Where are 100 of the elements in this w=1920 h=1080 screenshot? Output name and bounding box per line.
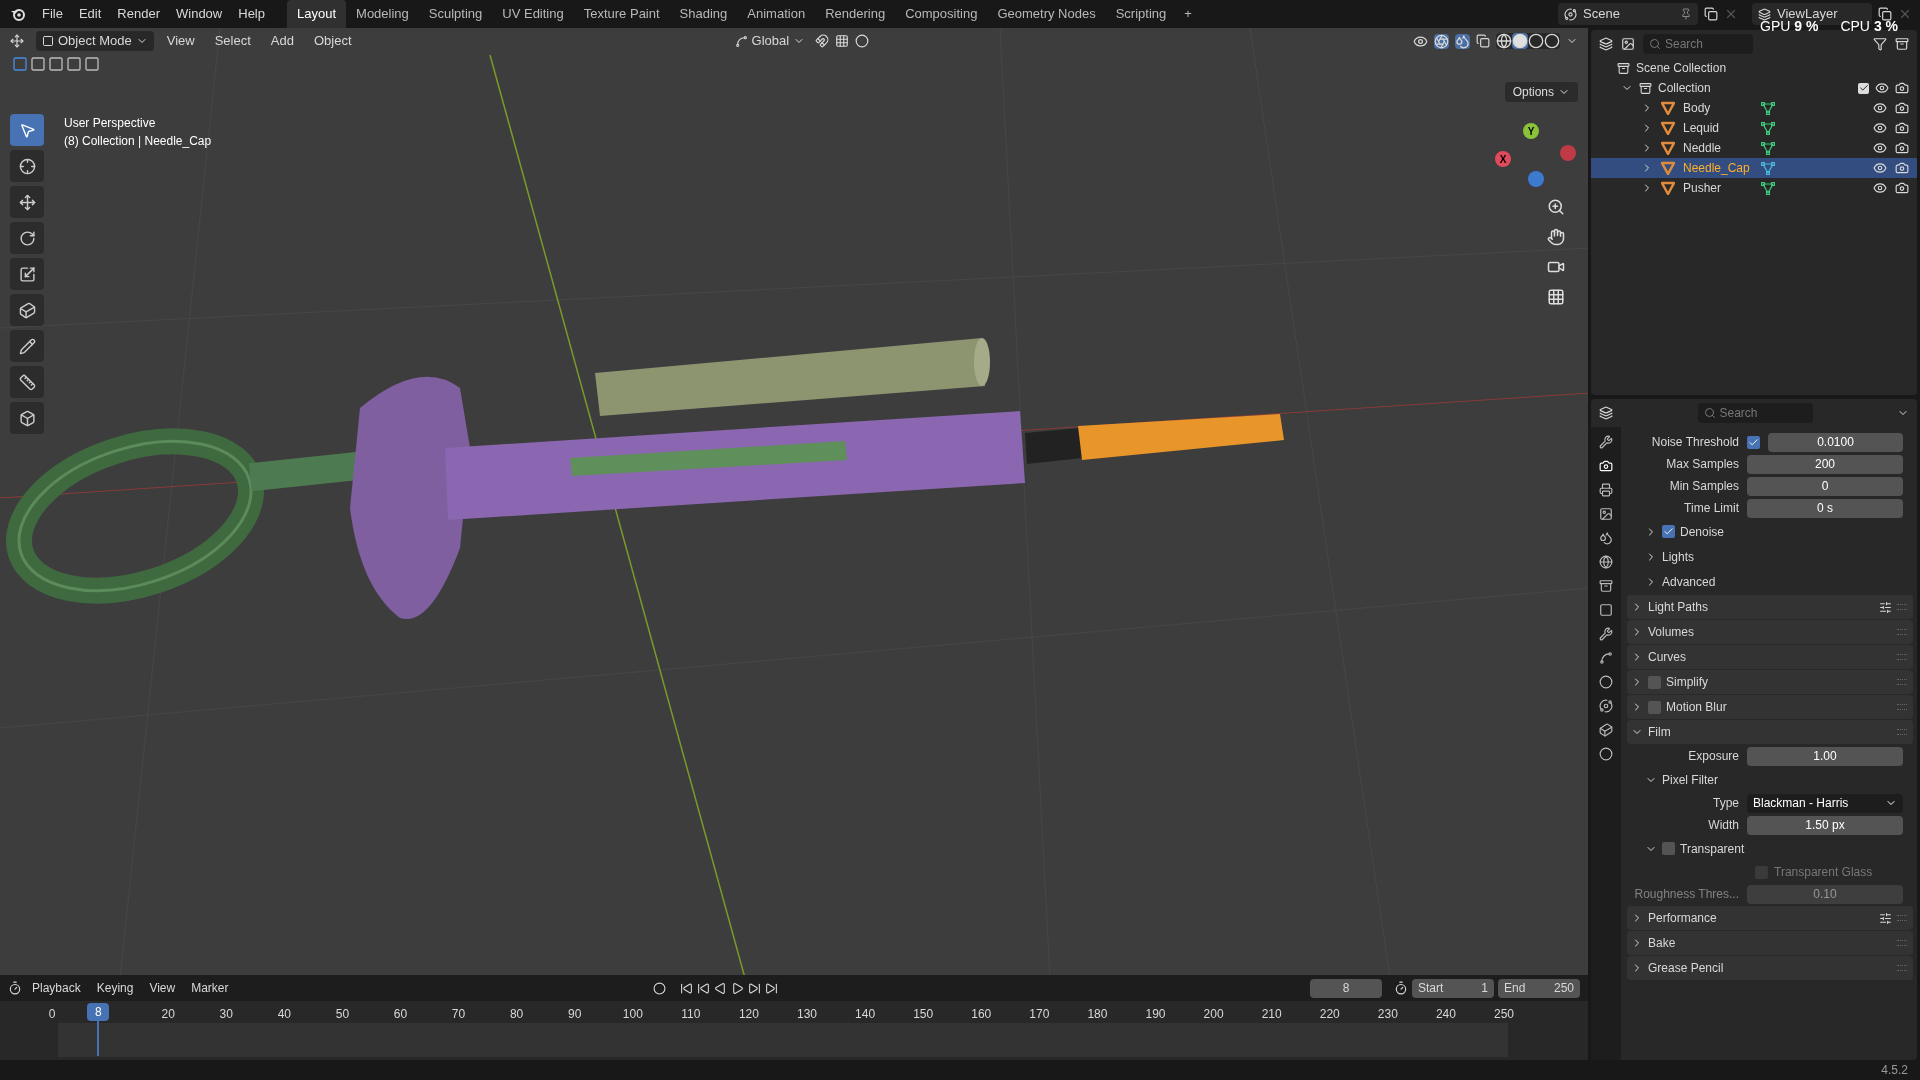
checkbox[interactable] [1648, 700, 1661, 714]
object-tab-icon[interactable] [1599, 603, 1613, 617]
menu-item[interactable]: Render [109, 4, 168, 24]
workspace-tab[interactable]: Animation [737, 0, 816, 28]
scene-selector[interactable]: Scene [1558, 3, 1698, 25]
close-icon[interactable] [1898, 7, 1912, 21]
overlay-toggle-icon[interactable] [1455, 33, 1470, 49]
menu-item[interactable]: Keying [90, 979, 140, 997]
world-tab-icon[interactable] [1599, 555, 1613, 569]
drag-handle-icon[interactable] [1897, 915, 1907, 921]
copy-icon[interactable] [1704, 7, 1718, 21]
subpanel-header[interactable]: Transparent [1680, 839, 1745, 858]
number-field[interactable]: 0 s [1747, 498, 1903, 518]
number-field[interactable]: 0 [1747, 476, 1903, 496]
menu-item[interactable]: Select [207, 31, 258, 51]
scene-tab-icon[interactable] [1599, 531, 1613, 545]
annotate-tool-icon[interactable] [10, 330, 44, 362]
render-visibility-icon[interactable] [1895, 141, 1909, 155]
menu-item[interactable]: Playback [26, 979, 87, 997]
outliner-row[interactable]: Body [1591, 98, 1917, 118]
move-tool-icon[interactable] [10, 186, 44, 218]
cursor-tool-icon[interactable] [10, 150, 44, 182]
menu-item[interactable]: Marker [185, 979, 235, 997]
tree-item[interactable]: Scene Collection [1636, 59, 1727, 77]
preview-range-icon[interactable] [1394, 981, 1408, 995]
menu-item[interactable]: File [34, 4, 71, 24]
proportional-edit-icon[interactable] [855, 34, 870, 48]
presets-icon[interactable] [1879, 600, 1892, 614]
visibility-icon[interactable] [1875, 81, 1889, 95]
playhead-frame[interactable]: 8 [87, 1003, 110, 1021]
editor-type-icon[interactable] [10, 34, 24, 48]
render-visibility-icon[interactable] [1895, 121, 1909, 135]
scale-tool-icon[interactable] [10, 258, 44, 290]
grid-view-icon[interactable] [1547, 288, 1565, 306]
workspace-tab[interactable]: Rendering [815, 0, 896, 28]
pan-icon[interactable] [1547, 228, 1565, 246]
number-field[interactable]: 200 [1747, 454, 1903, 474]
menu-item[interactable]: Help [230, 4, 273, 24]
material-shading-icon[interactable] [1528, 33, 1544, 49]
current-frame-field[interactable]: 8 [1310, 978, 1382, 998]
data-tab-icon[interactable] [1599, 723, 1613, 737]
visibility-icon[interactable] [1413, 33, 1428, 49]
add-cube-tool-icon[interactable] [10, 402, 44, 434]
snap-icon[interactable] [815, 34, 830, 48]
menu-item[interactable]: Add [263, 31, 301, 51]
menu-item[interactable]: Object [306, 31, 359, 51]
checkbox[interactable] [1662, 525, 1675, 538]
checkbox[interactable] [1747, 435, 1760, 449]
auto-keying-icon[interactable] [652, 981, 666, 995]
constraints-tab-icon[interactable] [1599, 699, 1613, 713]
workspace-tab[interactable]: Shading [669, 0, 738, 28]
presets-icon[interactable] [1879, 911, 1892, 925]
menu-item[interactable]: View [143, 979, 182, 997]
number-field[interactable]: 0.0100 [1768, 432, 1903, 452]
visibility-icon[interactable] [1873, 101, 1887, 115]
rotate-tool-icon[interactable] [10, 222, 44, 254]
panel-header[interactable]: Bake [1648, 934, 1676, 952]
subpanel-header[interactable]: Pixel Filter [1662, 770, 1718, 789]
workspace-tab[interactable]: Layout [287, 0, 347, 28]
visibility-icon[interactable] [1873, 161, 1887, 175]
orientation-dropdown[interactable]: Global [730, 31, 810, 51]
selection-mode-icon[interactable] [48, 56, 64, 72]
mode-dropdown[interactable]: Object Mode [36, 31, 154, 51]
wireframe-shading-icon[interactable] [1496, 33, 1512, 49]
solid-shading-icon[interactable] [1512, 33, 1528, 49]
panel-header[interactable]: Light Paths [1648, 598, 1709, 616]
subpanel-header[interactable]: Lights [1662, 547, 1695, 566]
subpanel-header[interactable]: Denoise [1680, 522, 1725, 541]
collection-tab-icon[interactable] [1599, 579, 1613, 593]
tool-tab-icon[interactable] [1599, 435, 1613, 449]
workspace-tab[interactable]: Compositing [895, 0, 988, 28]
render-visibility-icon[interactable] [1895, 101, 1909, 115]
number-field[interactable]: 1.50 px [1747, 815, 1903, 835]
pin-icon[interactable] [1680, 8, 1692, 20]
tree-item[interactable]: Collection [1658, 79, 1711, 97]
drag-handle-icon[interactable] [1897, 940, 1907, 946]
visibility-icon[interactable] [1873, 121, 1887, 135]
play-reverse-icon[interactable] [713, 981, 727, 995]
gizmo-toggle-icon[interactable] [1434, 33, 1449, 49]
drag-handle-icon[interactable] [1897, 679, 1907, 685]
add-workspace-button[interactable]: + [1176, 4, 1200, 24]
snap-grid-icon[interactable] [835, 34, 850, 48]
render-visibility-icon[interactable] [1895, 181, 1909, 195]
editor-type-icon[interactable] [8, 981, 22, 995]
checkbox[interactable] [1662, 842, 1675, 855]
collection-checkbox[interactable] [1858, 82, 1869, 94]
subpanel-header[interactable]: Advanced [1662, 572, 1716, 591]
visibility-icon[interactable] [1873, 141, 1887, 155]
close-icon[interactable] [1724, 7, 1738, 21]
view-layer-tab-icon[interactable] [1599, 507, 1613, 521]
selection-mode-icon[interactable] [84, 56, 100, 72]
visibility-icon[interactable] [1873, 181, 1887, 195]
render-tab-icon[interactable] [1599, 459, 1613, 473]
new-collection-icon[interactable] [1895, 37, 1909, 51]
outliner-row[interactable]: Neddle [1591, 138, 1917, 158]
output-tab-icon[interactable] [1599, 483, 1613, 497]
x-axis-gizmo[interactable]: X [1495, 151, 1511, 167]
menu-item[interactable]: View [159, 31, 202, 51]
start-frame-field[interactable]: Start 1 [1412, 978, 1494, 998]
options-dropdown[interactable]: Options [1504, 82, 1578, 102]
